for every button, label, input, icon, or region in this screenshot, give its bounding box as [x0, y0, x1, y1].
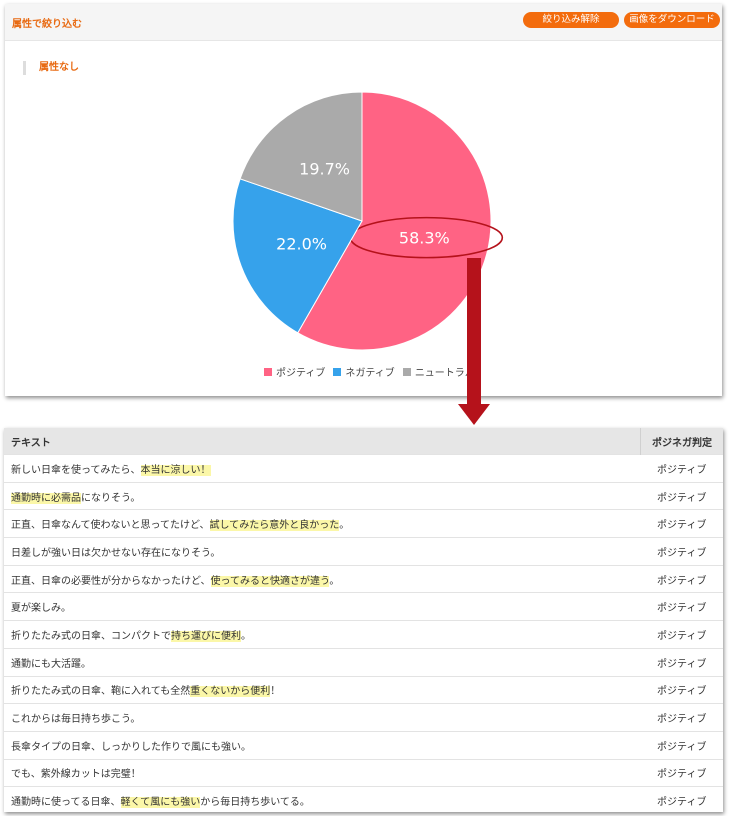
arrow-down-icon [458, 404, 490, 425]
table-row[interactable]: 日差しが強い日は欠かせない存在になりそう。 ポジティブ [4, 537, 723, 566]
table-row[interactable]: 通勤にも大活躍。 ポジティブ [4, 647, 723, 676]
highlighted-phrase: 通勤時に必需品 [11, 492, 81, 504]
row-judgement: ポジティブ [640, 620, 723, 649]
results-table: テキスト ポジネガ判定 新しい日傘を使ってみたら、本当に涼しい！ ポジティブ 通勤時… [4, 428, 723, 814]
row-text: これからは毎日持ち歩こう。 [4, 703, 641, 732]
highlighted-phrase: 試してみたら意外と良かった [209, 520, 340, 532]
highlighted-phrase: 軽くて風にも強い [120, 797, 201, 809]
pie-chart: 58.3% 22.0% 19.7% [232, 91, 504, 351]
row-text: 正直、日傘なんて使わないと思ってたけど、試してみたら意外と良かった。 [4, 509, 641, 538]
table-body: 新しい日傘を使ってみたら、本当に涼しい！ ポジティブ 通勤時に必需品になりそう。 ポジ… [4, 454, 723, 814]
row-text: 通勤にも大活躍。 [4, 647, 641, 676]
legend-label-negative: ネガティブ [345, 368, 395, 379]
chart-legend: ポジティブ ネガティブ ニュートラル [264, 364, 483, 379]
text-segment: 日差しが強い日は欠かせない存在になりそう。 [11, 547, 221, 559]
column-header-judgement[interactable]: ポジネガ判定 [640, 428, 723, 455]
text-segment: 。 [339, 520, 350, 532]
column-header-text[interactable]: テキスト [4, 428, 641, 455]
text-segment: 折りたたみ式の日傘、鞄に入れても全然 [11, 686, 191, 698]
text-segment: ！ [270, 686, 281, 698]
row-text: 新しい日傘を使ってみたら、本当に涼しい！ [4, 454, 641, 483]
row-judgement: ポジティブ [640, 564, 723, 593]
legend-item-neutral[interactable]: ニュートラル [402, 364, 475, 379]
text-segment: から毎日持ち歩いてる。 [200, 797, 310, 809]
row-text: 正直、日傘の必要性が分からなかったけど、使ってみると快適さが違う。 [4, 564, 641, 593]
text-segment: でも、紫外線カットは完璧！ [11, 769, 141, 781]
row-judgement: ポジティブ [640, 730, 723, 760]
row-text: でも、紫外線カットは完璧！ [4, 758, 641, 787]
pie-label-negative: 22.0% [276, 235, 327, 254]
row-text: 日差しが強い日は欠かせない存在になりそう。 [4, 537, 641, 566]
text-segment: 折りたたみ式の日傘、コンパクトで [11, 630, 171, 642]
row-judgement: ポジティブ [640, 481, 723, 510]
row-judgement: ポジティブ [640, 509, 723, 538]
row-text: 通勤時に使ってる日傘、軽くて風にも強いから毎日持ち歩いてる。 [4, 786, 641, 814]
row-judgement: ポジティブ [640, 592, 723, 621]
row-text: 折りたたみ式の日傘、鞄に入れても全然重くないから便利！ [4, 675, 641, 704]
text-segment: これからは毎日持ち歩こう。 [11, 714, 141, 726]
row-text: 夏が楽しみ。 [4, 592, 641, 621]
legend-item-positive[interactable]: ポジティブ [264, 364, 325, 379]
text-segment: 新しい日傘を使ってみたら、 [11, 464, 141, 476]
highlighted-phrase: 持ち運びに便利 [171, 630, 241, 642]
row-judgement: ポジティブ [640, 454, 723, 483]
text-segment: 。 [241, 630, 251, 642]
table-row[interactable]: 夏が楽しみ。 ポジティブ [4, 592, 723, 621]
table-row[interactable]: でも、紫外線カットは完璧！ ポジティブ [4, 758, 723, 787]
highlighted-phrase: 重くないから便利 [190, 686, 271, 698]
row-judgement: ポジティブ [640, 647, 723, 676]
row-judgement: ポジティブ [640, 786, 723, 814]
row-judgement: ポジティブ [640, 703, 723, 732]
row-judgement: ポジティブ [640, 675, 723, 704]
pie-label-positive: 58.3% [399, 229, 450, 248]
arrow-shaft [467, 258, 481, 406]
table-row[interactable]: 正直、日傘の必要性が分からなかったけど、使ってみると快適さが違う。 ポジティブ [4, 564, 723, 593]
table-row[interactable]: 折りたたみ式の日傘、鞄に入れても全然重くないから便利！ ポジティブ [4, 675, 723, 704]
table-row[interactable]: 長傘タイプの日傘、しっかりした作りで風にも強い。 ポジティブ [4, 730, 723, 760]
row-text: 長傘タイプの日傘、しっかりした作りで風にも強い。 [4, 730, 641, 760]
legend-label-positive: ポジティブ [276, 368, 326, 379]
table-row[interactable]: 通勤時に必需品になりそう。 ポジティブ [4, 481, 723, 510]
legend-item-negative[interactable]: ネガティブ [333, 364, 395, 379]
table-row[interactable]: 折りたたみ式の日傘、コンパクトで持ち運びに便利。 ポジティブ [4, 620, 723, 649]
table-row[interactable]: 正直、日傘なんて使わないと思ってたけど、試してみたら意外と良かった。 ポジティブ [4, 509, 723, 538]
table-header-row: テキスト ポジネガ判定 [4, 428, 723, 455]
text-segment: 正直、日傘の必要性が分からなかったけど、 [11, 575, 211, 587]
text-segment: 正直、日傘なんて使わないと思ってたけど、 [11, 520, 210, 532]
highlighted-phrase: 使ってみると快適さが違う [210, 575, 330, 587]
row-text: 通勤時に必需品になりそう。 [4, 481, 641, 510]
legend-swatch-positive [264, 367, 272, 376]
highlighted-phrase: 本当に涼しい！ [140, 464, 211, 476]
legend-swatch-negative [333, 367, 342, 376]
table-row[interactable]: これからは毎日持ち歩こう。 ポジティブ [4, 703, 723, 732]
text-segment: 。 [329, 575, 340, 587]
text-segment: 長傘タイプの日傘、しっかりした作りで風にも強い。 [11, 741, 251, 753]
text-segment: 夏が楽しみ。 [11, 603, 71, 615]
pie-label-neutral: 19.7% [299, 159, 350, 178]
row-judgement: ポジティブ [640, 537, 723, 566]
table-row[interactable]: 新しい日傘を使ってみたら、本当に涼しい！ ポジティブ [4, 454, 723, 483]
text-segment: 通勤にも大活躍。 [11, 658, 91, 670]
text-segment: 通勤時に使ってる日傘、 [11, 797, 121, 809]
legend-label-neutral: ニュートラル [414, 368, 475, 379]
chart-card: 属性で絞り込む 絞り込み解除 画像をダウンロード 属性なし 58.3% 22.0%… [5, 4, 722, 396]
legend-swatch-neutral [402, 367, 411, 376]
text-segment: になりそう。 [81, 492, 141, 504]
results-table-card: テキスト ポジネガ判定 新しい日傘を使ってみたら、本当に涼しい！ ポジティブ 通勤時… [4, 428, 723, 814]
table-row[interactable]: 通勤時に使ってる日傘、軽くて風にも強いから毎日持ち歩いてる。 ポジティブ [4, 786, 723, 814]
row-judgement: ポジティブ [640, 758, 723, 787]
row-text: 折りたたみ式の日傘、コンパクトで持ち運びに便利。 [4, 620, 641, 649]
